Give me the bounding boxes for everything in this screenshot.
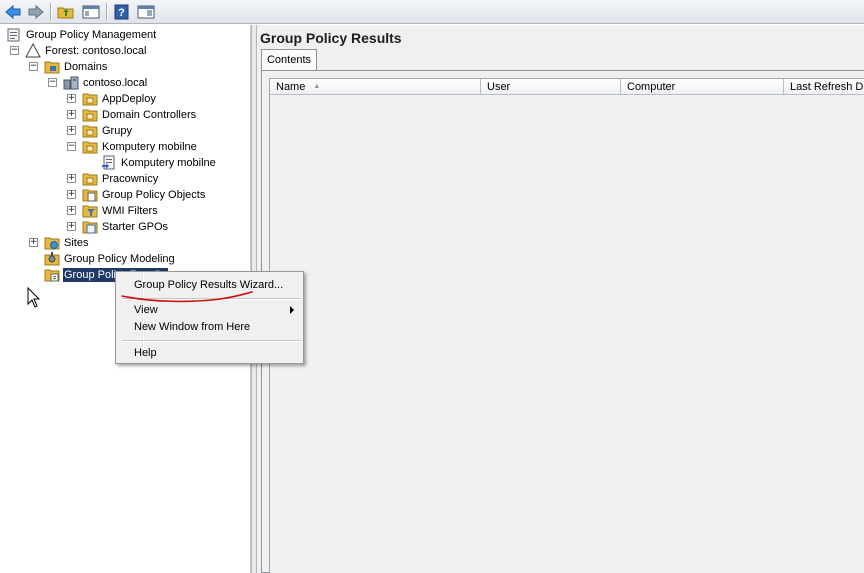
tree-label: Domains [64,61,108,73]
toolbar: ? [0,0,864,24]
tree-label: Pracownicy [102,173,159,185]
tree-item-komputery-mobilne[interactable]: Komputery mobilne [82,139,198,155]
collapse-toggle[interactable]: − [29,62,38,71]
menu-item-label: Help [134,347,157,359]
menu-item-label: New Window from Here [134,321,251,333]
wmi-filter-icon [82,203,98,219]
expand-toggle[interactable]: + [67,174,76,183]
expand-toggle[interactable]: + [67,94,76,103]
sort-ascending-icon: ▲ [313,83,321,90]
tree-label: Group Policy Management [26,29,157,41]
ou-folder-icon [82,123,98,139]
tree-item-gpo-link[interactable]: Komputery mobilne [101,155,217,171]
menu-item-label: View [134,304,158,316]
tree-label: WMI Filters [102,205,158,217]
tree-label: Grupy [102,125,132,137]
menu-separator [122,340,301,341]
gpo-container-icon [82,187,98,203]
red-underline-annotation [121,291,253,303]
collapse-toggle[interactable]: − [48,78,57,87]
column-label: Computer [627,80,676,93]
svg-text:?: ? [118,7,125,19]
ou-folder-icon [82,171,98,187]
domain-icon [63,75,79,91]
help-icon[interactable]: ? [112,2,132,21]
column-header-name[interactable]: Name ▲ [270,79,481,95]
tree-item-sites[interactable]: Sites [44,235,89,251]
tab-content-frame: Name ▲ User Computer Last Refresh Da [261,70,864,573]
column-label: Name [276,80,306,93]
tree-item-domain[interactable]: contoso.local [63,75,148,91]
mouse-cursor-icon [27,287,41,308]
ou-folder-icon [82,91,98,107]
expand-toggle[interactable]: + [67,222,76,231]
menu-item-view[interactable]: View [134,302,158,318]
tree-label: Group Policy Modeling [64,253,175,265]
show-action-pane-icon[interactable] [136,2,156,21]
collapse-toggle[interactable]: − [67,142,76,151]
context-menu: Group Policy Results Wizard... View New … [115,271,304,364]
expand-toggle[interactable]: + [67,126,76,135]
back-icon[interactable] [3,2,23,21]
tree-item-group-policy-objects[interactable]: Group Policy Objects [82,187,206,203]
page-title: Group Policy Results [260,30,402,46]
modeling-icon [44,251,60,267]
submenu-arrow-icon [290,306,294,314]
column-header-last-refresh[interactable]: Last Refresh Da [784,79,864,95]
tab-contents[interactable]: Contents [261,49,317,70]
expand-toggle[interactable]: + [67,110,76,119]
ou-folder-icon [82,139,98,155]
tree-label: Forest: contoso.local [45,45,147,57]
tree-item-wmi-filters[interactable]: WMI Filters [82,203,159,219]
tree-item-grupy[interactable]: Grupy [82,123,133,139]
results-pane: Group Policy Results Contents Name ▲ Use… [257,25,864,573]
tree-label: contoso.local [83,77,148,89]
tree-item-root[interactable]: Group Policy Management [6,27,157,43]
expand-toggle[interactable]: + [67,190,76,199]
results-list[interactable]: Name ▲ User Computer Last Refresh Da [269,78,864,573]
tree-label: Group Policy Objects [102,189,206,201]
tree-label: Sites [64,237,89,249]
column-header-user[interactable]: User [481,79,621,95]
tree-item-group-policy-modeling[interactable]: Group Policy Modeling [44,251,176,267]
column-header-computer[interactable]: Computer [621,79,784,95]
forward-icon[interactable] [26,2,46,21]
menu-item-new-window[interactable]: New Window from Here [134,319,250,335]
gpmc-icon [6,27,22,43]
results-icon [44,267,60,283]
domains-folder-icon [44,59,60,75]
tree-item-domains[interactable]: Domains [44,59,108,75]
forest-icon [25,42,41,59]
toolbar-separator [106,3,107,20]
ou-folder-icon [82,107,98,123]
column-label: User [487,80,511,93]
column-label: Last Refresh Da [790,80,864,93]
tree-label: AppDeploy [102,93,156,105]
tree-item-appdeploy[interactable]: AppDeploy [82,91,157,107]
expand-toggle[interactable]: + [67,206,76,215]
toolbar-separator [50,3,51,20]
expand-toggle[interactable]: + [29,238,38,247]
starter-gpo-icon [82,219,98,235]
tree-label: Komputery mobilne [121,157,216,169]
up-folder-icon[interactable] [56,2,76,21]
menu-item-help[interactable]: Help [134,345,157,361]
tree-item-domain-controllers[interactable]: Domain Controllers [82,107,197,123]
tree-label: Komputery mobilne [102,141,197,153]
tree-item-forest[interactable]: Forest: contoso.local [25,42,148,59]
sites-icon [44,235,60,251]
tree-label: Domain Controllers [102,109,197,121]
show-hide-console-tree-icon[interactable] [81,2,101,21]
tree-label: Starter GPOs [102,221,169,233]
tree-item-pracownicy[interactable]: Pracownicy [82,171,159,187]
tree-item-starter-gpos[interactable]: Starter GPOs [82,219,169,235]
collapse-toggle[interactable]: − [10,46,19,55]
gpo-link-icon [101,155,117,171]
